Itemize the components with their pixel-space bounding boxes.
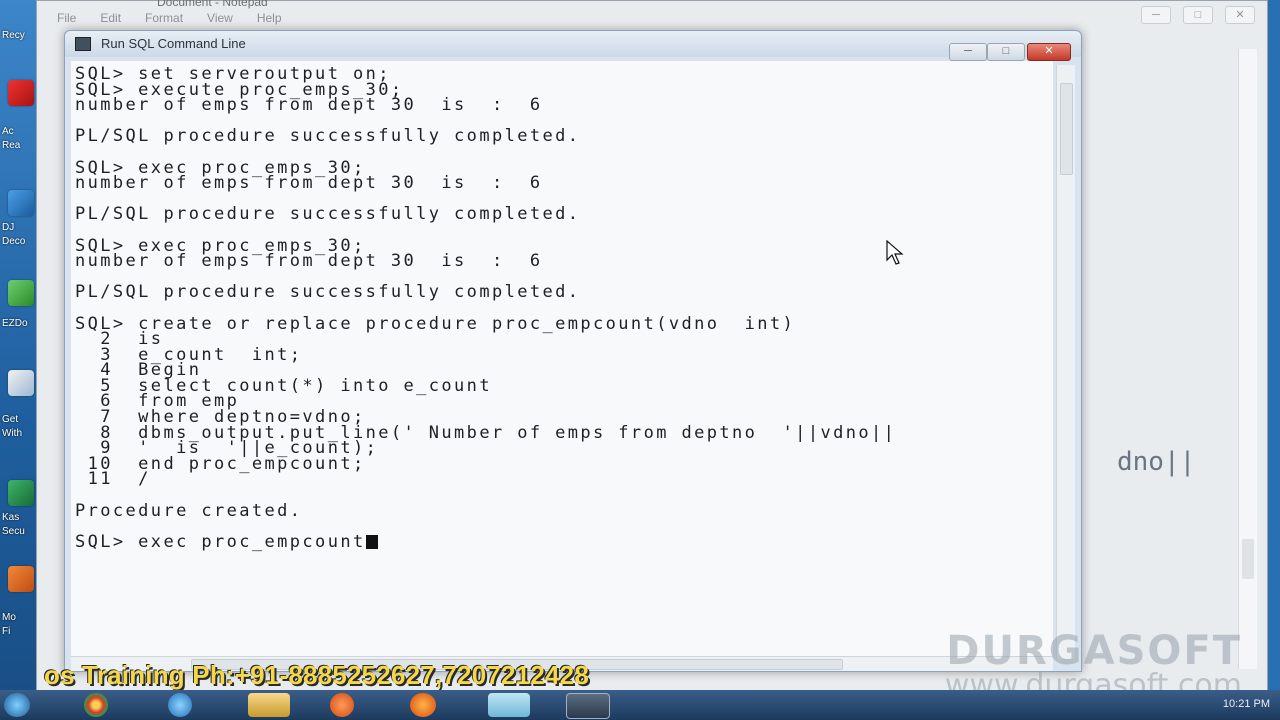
notepad-menu-edit[interactable]: Edit (100, 11, 121, 29)
desktop-label-ezdo: EZDo (2, 318, 28, 329)
text-cursor (365, 534, 378, 549)
notepad-maximize-button[interactable]: □ (1183, 6, 1213, 24)
notepad-menu-file[interactable]: File (57, 11, 76, 29)
console-text: SQL> set serveroutput on; SQL> execute p… (75, 64, 897, 552)
desktop-label-deco: Deco (2, 236, 26, 247)
mozilla-firefox-icon[interactable] (8, 566, 34, 592)
notepad-scrollbar[interactable] (1238, 49, 1257, 669)
notepad-menu-view[interactable]: View (207, 11, 233, 29)
desktop-label-fi: Fi (2, 626, 11, 637)
desktop-label-secu: Secu (2, 526, 25, 537)
sql-window-title: Run SQL Command Line (101, 36, 246, 51)
sql-command-line-window[interactable]: Run SQL Command Line ─ □ ✕ SQL> set serv… (64, 30, 1082, 672)
desktop-label-dj: DJ (2, 222, 15, 233)
minimize-button[interactable]: ─ (949, 43, 987, 61)
notepad-scroll-thumb[interactable] (1242, 539, 1254, 579)
notepad-menu-format[interactable]: Format (145, 11, 183, 29)
desktop-label-recycle: Recy (2, 30, 25, 41)
taskbar-clock: 10:21 PM (1222, 698, 1270, 710)
sql-command-line-taskbar-icon[interactable] (566, 693, 610, 719)
notepad-minimize-button[interactable]: ─ (1141, 6, 1171, 24)
notepad-visible-text: dno|| (1117, 447, 1196, 477)
desktop-label-get: Get (2, 414, 19, 425)
terminal-icon (75, 37, 91, 51)
desktop-label-kas: Kas (2, 512, 20, 523)
desktop-label-rea: Rea (2, 140, 21, 151)
start-button-icon[interactable] (4, 693, 30, 717)
vertical-scrollbar[interactable] (1056, 65, 1075, 659)
mouse-pointer-icon (886, 240, 904, 265)
sql-window-titlebar[interactable]: Run SQL Command Line ─ □ ✕ (65, 31, 1081, 61)
get-windows-icon[interactable] (8, 370, 34, 396)
sql-console-output[interactable]: SQL> set serveroutput on; SQL> execute p… (71, 61, 1053, 659)
ezdo-icon[interactable] (8, 280, 34, 306)
close-button[interactable]: ✕ (1027, 43, 1071, 61)
notepad-menu-bar: File Edit Format View Help (57, 11, 282, 29)
chrome-taskbar-icon[interactable] (84, 693, 108, 717)
acrobat-reader-icon[interactable] (8, 80, 34, 106)
desktop-label-mo: Mo (2, 612, 16, 623)
taskbar: 10:21 PM (0, 690, 1280, 720)
training-phone-banner: os Training Ph:+91-8885252627,7207212428 (44, 660, 589, 690)
firefox-taskbar-icon[interactable] (410, 693, 436, 717)
notepad-title: Document - Notepad (157, 0, 268, 9)
desktop-label-ac: Ac (2, 126, 14, 137)
kaspersky-icon[interactable] (8, 480, 34, 506)
notepad-menu-help[interactable]: Help (257, 11, 282, 29)
console-lines: SQL> set serveroutput on; SQL> execute p… (75, 64, 897, 552)
notepad-close-button[interactable]: ✕ (1225, 6, 1255, 24)
file-explorer-taskbar-icon[interactable] (248, 693, 290, 717)
dj-decoder-icon[interactable] (8, 190, 34, 216)
vertical-scroll-thumb[interactable] (1060, 83, 1073, 175)
internet-explorer-taskbar-icon[interactable] (168, 693, 192, 717)
media-player-taskbar-icon[interactable] (330, 693, 354, 717)
notepad-taskbar-icon[interactable] (488, 693, 530, 717)
maximize-button[interactable]: □ (987, 43, 1025, 61)
desktop-label-with: With (2, 428, 22, 439)
